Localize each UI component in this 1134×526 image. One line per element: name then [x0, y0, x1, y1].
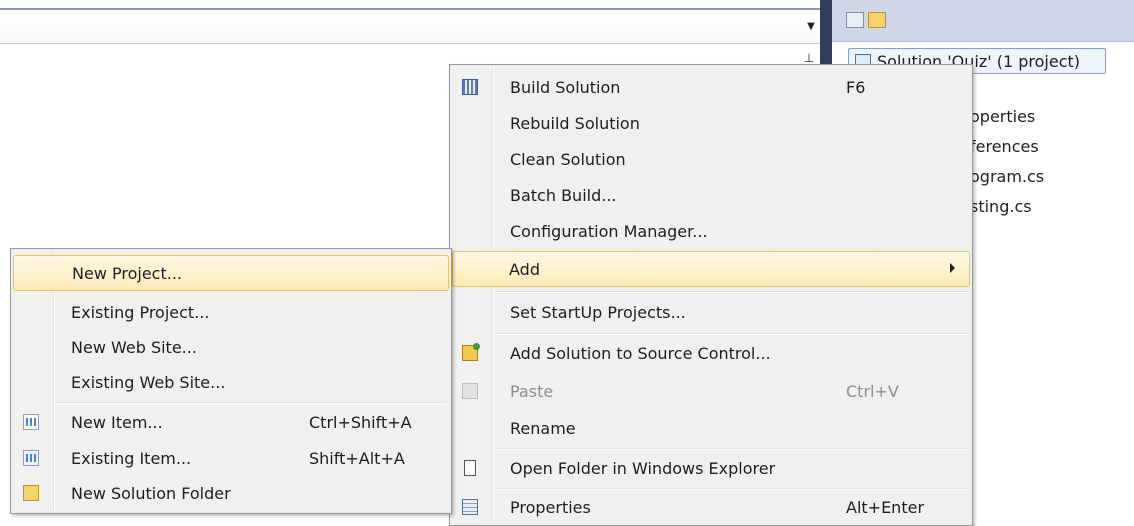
existing-item-icon: [23, 450, 39, 466]
submenu-item-new-solution-folder[interactable]: New Solution Folder: [13, 475, 449, 511]
submenu-item-new-item[interactable]: New Item... Ctrl+Shift+A: [13, 404, 449, 440]
add-submenu: New Project... Existing Project... New W…: [10, 248, 452, 514]
solution-context-menu: Build Solution F6 Rebuild Solution Clean…: [449, 64, 973, 526]
properties-view-icon[interactable]: [846, 12, 864, 28]
open-folder-icon: [464, 460, 476, 476]
submenu-item-existing-project[interactable]: Existing Project...: [13, 294, 449, 330]
submenu-item-new-web-site[interactable]: New Web Site...: [13, 329, 449, 365]
tree-item-testing[interactable]: sting.cs: [970, 197, 1032, 216]
menu-separator: [494, 291, 968, 293]
dropdown-combo[interactable]: ▼: [0, 8, 820, 44]
menu-item-open-folder[interactable]: Open Folder in Windows Explorer: [452, 450, 970, 486]
properties-icon: [462, 499, 478, 515]
menu-item-configuration-manager[interactable]: Configuration Manager...: [452, 213, 970, 249]
menu-item-build-solution[interactable]: Build Solution F6: [452, 69, 970, 105]
menu-item-properties[interactable]: Properties Alt+Enter: [452, 489, 970, 525]
tree-item-program[interactable]: ogram.cs: [970, 167, 1044, 186]
menu-item-rebuild-solution[interactable]: Rebuild Solution: [452, 105, 970, 141]
submenu-item-new-project[interactable]: New Project...: [13, 255, 449, 291]
show-all-files-icon[interactable]: [868, 12, 886, 28]
source-control-icon: [462, 343, 480, 361]
tree-item-references[interactable]: ferences: [970, 137, 1039, 156]
menu-item-clean-solution[interactable]: Clean Solution: [452, 141, 970, 177]
menu-item-add-to-source-control[interactable]: Add Solution to Source Control...: [452, 335, 970, 371]
submenu-arrow-icon: [950, 263, 955, 273]
menu-item-add[interactable]: Add: [452, 251, 970, 287]
solution-folder-icon: [23, 485, 39, 501]
submenu-item-existing-web-site[interactable]: Existing Web Site...: [13, 364, 449, 400]
paste-icon: [462, 383, 478, 399]
menu-item-set-startup-projects[interactable]: Set StartUp Projects...: [452, 294, 970, 330]
solution-explorer-toolbar: [832, 0, 1134, 42]
submenu-item-existing-item[interactable]: Existing Item... Shift+Alt+A: [13, 440, 449, 476]
menu-item-paste[interactable]: Paste Ctrl+V: [452, 373, 970, 409]
menu-item-batch-build[interactable]: Batch Build...: [452, 177, 970, 213]
build-solution-icon: [462, 79, 478, 95]
tree-item-properties[interactable]: operties: [970, 107, 1035, 126]
dropdown-arrow-icon[interactable]: ▼: [802, 10, 820, 43]
menu-item-rename[interactable]: Rename: [452, 410, 970, 446]
new-item-icon: [23, 414, 39, 430]
